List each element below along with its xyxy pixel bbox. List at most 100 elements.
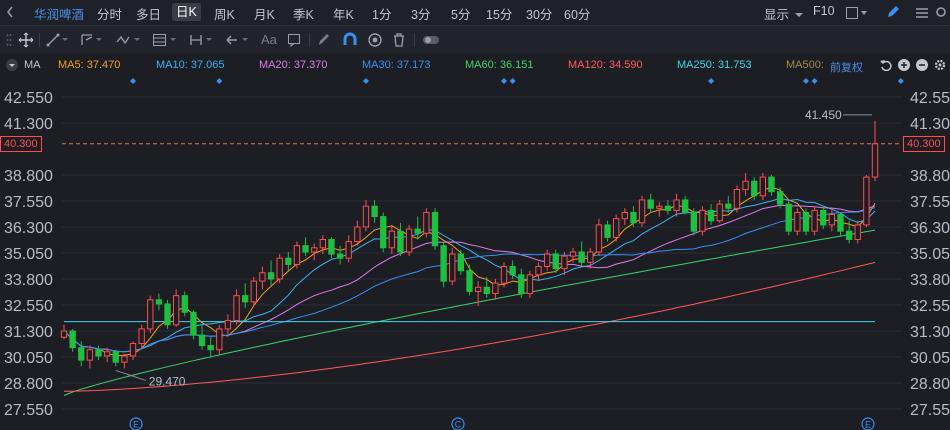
wave-tool-icon[interactable]: [116, 32, 140, 48]
fibonacci-tool-icon[interactable]: [152, 32, 178, 48]
event-dot-marker[interactable]: [509, 78, 516, 84]
channel-tool-icon[interactable]: [80, 32, 102, 48]
candle[interactable]: [336, 245, 344, 265]
period-tab-60min[interactable]: 60分: [564, 4, 590, 23]
candle[interactable]: [595, 218, 603, 257]
candle[interactable]: [233, 289, 240, 325]
candle[interactable]: [612, 214, 620, 242]
period-tab-intraday[interactable]: 分时: [97, 4, 122, 23]
candle[interactable]: [638, 195, 646, 227]
event-dot-marker[interactable]: [501, 78, 508, 84]
candle[interactable]: [69, 328, 76, 352]
period-tab-daily[interactable]: 日K: [172, 3, 201, 21]
candle[interactable]: [725, 195, 732, 213]
period-tab-yearly[interactable]: 年K: [333, 4, 354, 23]
candle[interactable]: [198, 324, 206, 350]
candle[interactable]: [518, 268, 525, 298]
candle[interactable]: [380, 212, 387, 252]
period-tab-3min[interactable]: 3分: [411, 4, 430, 23]
draw-pen-icon[interactable]: [886, 5, 900, 24]
candle[interactable]: [147, 295, 154, 334]
menu-icon[interactable]: [915, 6, 929, 24]
candle[interactable]: [190, 310, 197, 340]
candle[interactable]: [664, 199, 672, 215]
candle[interactable]: [164, 299, 171, 329]
event-marker[interactable]: E: [129, 417, 143, 430]
candle[interactable]: [155, 293, 163, 311]
candle[interactable]: [388, 224, 396, 255]
settings-gear-icon[interactable]: [934, 59, 946, 74]
period-tab-5min[interactable]: 5分: [451, 4, 470, 23]
event-marker[interactable]: E: [861, 417, 875, 430]
candle[interactable]: [526, 270, 534, 298]
candle[interactable]: [285, 251, 292, 271]
candle[interactable]: [457, 249, 465, 275]
candle[interactable]: [207, 337, 214, 359]
candle[interactable]: [690, 208, 697, 236]
candle[interactable]: [837, 212, 844, 236]
candle[interactable]: [267, 260, 275, 286]
candle[interactable]: [172, 289, 180, 327]
candle[interactable]: [405, 224, 413, 257]
line-tool-icon[interactable]: [46, 32, 68, 48]
candle[interactable]: [224, 314, 232, 336]
zoom-in-icon[interactable]: [898, 59, 910, 74]
period-tab-30min[interactable]: 30分: [526, 4, 552, 23]
candle[interactable]: [112, 349, 119, 367]
candle[interactable]: [259, 266, 266, 290]
f10-button[interactable]: F10: [813, 4, 835, 18]
indicator-name[interactable]: MA: [24, 59, 41, 71]
candle[interactable]: [673, 193, 680, 217]
toggle-icon[interactable]: [422, 32, 440, 48]
candle[interactable]: [768, 175, 775, 196]
period-tab-15min[interactable]: 15分: [486, 4, 512, 23]
candle[interactable]: [216, 324, 223, 354]
event-dot-marker[interactable]: [708, 78, 715, 84]
candle[interactable]: [578, 241, 585, 267]
candle[interactable]: [733, 185, 741, 213]
candle[interactable]: [138, 324, 145, 348]
candle[interactable]: [293, 241, 301, 269]
event-dot-marker[interactable]: [802, 78, 809, 84]
layout-icon[interactable]: [846, 6, 868, 24]
magnet-icon[interactable]: [342, 32, 358, 48]
candle[interactable]: [621, 208, 628, 225]
candle[interactable]: [647, 193, 654, 213]
event-dot-marker[interactable]: [216, 78, 223, 84]
arrow-tool-icon[interactable]: [225, 32, 249, 48]
candle[interactable]: [500, 262, 508, 288]
candle[interactable]: [276, 254, 283, 284]
candle[interactable]: [785, 199, 792, 236]
crosshair-icon[interactable]: [18, 32, 34, 48]
candle[interactable]: [414, 216, 421, 240]
text-tool-icon[interactable]: Aa: [261, 32, 277, 48]
zoom-out-icon[interactable]: [916, 59, 928, 74]
candle[interactable]: [820, 206, 827, 230]
period-tab-weekly[interactable]: 周K: [214, 4, 235, 23]
candle[interactable]: [440, 241, 447, 288]
range-tool-icon[interactable]: [189, 32, 213, 48]
event-dot-marker[interactable]: [130, 78, 137, 84]
candle[interactable]: [181, 291, 188, 317]
candle[interactable]: [802, 208, 810, 236]
candle[interactable]: [397, 222, 404, 257]
candle[interactable]: [121, 353, 128, 369]
undo-icon[interactable]: [880, 59, 892, 74]
adjust-mode[interactable]: 前复权: [830, 59, 863, 75]
candle[interactable]: [328, 237, 335, 259]
chevron-left-icon[interactable]: [6, 5, 14, 18]
candle[interactable]: [759, 172, 767, 200]
candle[interactable]: [707, 204, 715, 225]
candle[interactable]: [811, 206, 818, 236]
candle[interactable]: [699, 206, 706, 236]
candle[interactable]: [95, 345, 102, 361]
event-dot-marker[interactable]: [362, 78, 369, 84]
trash-icon[interactable]: [392, 32, 406, 48]
candle[interactable]: [371, 199, 378, 223]
settings-icon[interactable]: [935, 5, 947, 24]
candle[interactable]: [492, 279, 499, 300]
period-tab-multiday[interactable]: 多日: [136, 4, 161, 23]
stock-name[interactable]: 华润啤酒: [34, 4, 84, 23]
candle[interactable]: [863, 175, 870, 227]
candle[interactable]: [535, 262, 542, 282]
